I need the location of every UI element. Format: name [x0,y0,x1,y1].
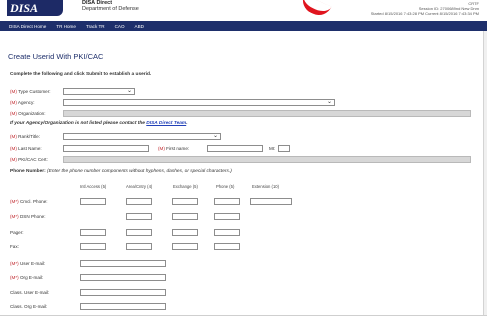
agency-not-listed-note: If your Agency/Organization is not liste… [10,121,188,126]
user-email-input[interactable] [80,259,166,267]
label-class-org-email: Class. Org E-mail: [10,303,48,309]
row-org-email: (M*) Org E-mail: [10,273,166,281]
session-info: CRTF Session ID: 2700689nd New Dnm Start… [371,1,479,16]
cmcl-intl-input[interactable] [80,197,106,205]
label-first-name: (M) First name: [158,145,190,151]
pager-phone-input[interactable] [214,228,240,236]
intro-text: Complete the following and click Submit … [10,72,152,77]
col-extension: Extension (10) [252,184,279,189]
label-rank-title: (M) Rank/Title: [10,133,40,139]
dsn-exchange-input[interactable] [172,212,198,220]
session-line-3: Started 8/15/2016 7:43:28 PM Current 8/1… [370,11,479,16]
row-pager: Pager: [10,228,240,236]
dsn-phone-input[interactable] [214,212,240,220]
nav-item-tr-home[interactable]: TR Home [56,24,76,29]
label-user-email: (M*) User E-mail: [10,260,46,266]
nav-bar: DISA Direct Home TR Home Track TR CAO AB… [0,21,487,31]
agency-select[interactable] [63,98,335,106]
label-org-email: (M*) Org E-mail: [10,274,44,280]
nav-item-track-tr[interactable]: Track TR [86,24,105,29]
row-organization: (M) Organization: [10,109,471,117]
row-fax: Fax: [10,242,240,250]
nav-item-disa-direct-home[interactable]: DISA Direct Home [9,24,46,29]
row-dsn-phone: (M*) DSN Phone: [10,212,240,220]
col-area-cntry: Area/Cntry (4) [126,184,153,189]
label-class-user-email: Class. User E-mail: [10,289,50,295]
class-org-email-input[interactable] [80,302,166,310]
page-title: Create Userid With PKI/CAC [8,52,104,61]
row-type-customer: (M) Type Customer: [10,87,135,95]
last-name-input[interactable] [63,144,149,152]
pager-intl-input[interactable] [80,228,106,236]
vertical-scrollbar[interactable] [483,31,487,315]
row-class-user-email: Class. User E-mail: [10,288,166,296]
label-pki-cert: (M) PKI/CAC Cert: [10,156,48,162]
org-email-input[interactable] [80,273,166,281]
label-agency: (M) Agency: [10,99,35,105]
footer-divider [0,315,487,316]
label-organization: (M) Organization: [10,110,46,116]
row-name: (M) Last Name: (M) First name: MI: [10,144,290,152]
pki-cert-field [63,155,471,163]
disa-direct-team-link[interactable]: DISA Direct Team [146,121,186,126]
type-customer-select[interactable] [63,87,135,95]
red-swoosh-icon [298,0,332,20]
brand-block: DISA Direct Department of Defense [82,0,139,13]
label-cmcl-phone: (M*) Cmcl. Phone: [10,198,48,204]
label-fax: Fax: [10,243,19,249]
nav-item-cao[interactable]: CAO [115,24,125,29]
dsn-area-input[interactable] [126,212,152,220]
fax-phone-input[interactable] [214,242,240,250]
fax-area-input[interactable] [126,242,152,250]
col-intl-access: Intl Access (5) [80,184,107,189]
label-last-name: (M) Last Name: [10,145,42,151]
organization-field[interactable] [63,109,471,117]
class-user-email-input[interactable] [80,288,166,296]
row-user-email: (M*) User E-mail: [10,259,166,267]
cmcl-phone-input[interactable] [214,197,240,205]
cmcl-exchange-input[interactable] [172,197,198,205]
nav-item-abd[interactable]: ABD [135,24,144,29]
row-pki-cert: (M) PKI/CAC Cert: [10,155,471,163]
first-name-input[interactable] [207,144,263,152]
disa-logo[interactable]: DISA [7,0,63,16]
site-header: DISA DISA Direct Department of Defense C… [0,0,487,21]
phone-number-instructions: Phone Number: (Enter the phone number co… [10,169,232,174]
pager-area-input[interactable] [126,228,152,236]
row-agency: (M) Agency: [10,98,335,106]
row-class-org-email: Class. Org E-mail: [10,302,166,310]
row-cmcl-phone: (M*) Cmcl. Phone: [10,197,292,205]
row-rank-title: (M) Rank/Title: [10,132,221,140]
brand-subtitle: Department of Defense [82,6,139,12]
label-mi: MI: [269,145,276,151]
cmcl-extension-input[interactable] [250,197,292,205]
pager-exchange-input[interactable] [172,228,198,236]
fax-exchange-input[interactable] [172,242,198,250]
label-type-customer: (M) Type Customer: [10,88,51,94]
mi-input[interactable] [278,144,290,152]
cmcl-area-input[interactable] [126,197,152,205]
col-phone: Phone (5) [216,184,235,189]
main-content: Create Userid With PKI/CAC Complete the … [8,32,478,315]
fax-intl-input[interactable] [80,242,106,250]
rank-title-select[interactable] [63,132,221,140]
label-dsn-phone: (M*) DSN Phone: [10,213,46,219]
label-pager: Pager: [10,229,24,235]
col-exchange: Exchange (5) [173,184,198,189]
